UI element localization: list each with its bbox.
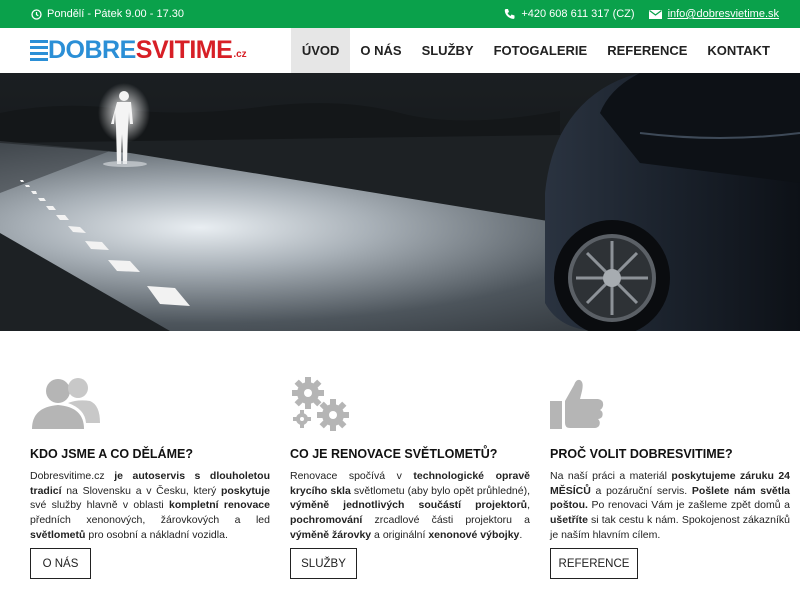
feature-text: Dobresvitime.cz je autoservis s dlouhole… — [30, 470, 270, 541]
hero-image — [0, 73, 800, 331]
main-nav: ÚVOD O NÁS SLUŽBY FOTOGALERIE REFERENCE … — [290, 28, 780, 73]
nav-reference[interactable]: REFERENCE — [597, 28, 697, 73]
logo-tld: .cz — [233, 49, 247, 60]
thumbs-up-icon — [550, 379, 604, 429]
email-link[interactable]: info@dobresvietime.sk — [668, 8, 779, 20]
nav-sluzby[interactable]: SLUŽBY — [412, 28, 484, 73]
car-silhouette — [545, 73, 800, 331]
gears-icon — [292, 377, 349, 431]
reference-button[interactable]: REFERENCE — [550, 548, 638, 579]
feature-title: KDO JSME A CO DĚLÁME? — [30, 447, 193, 461]
nav-kontakt[interactable]: KONTAKT — [697, 28, 780, 73]
contact-info: +420 608 611 317 (CZ) info@dobresvietime… — [504, 8, 779, 20]
nav-uvod[interactable]: ÚVOD — [290, 28, 351, 73]
phone-number[interactable]: +420 608 611 317 (CZ) — [521, 8, 634, 20]
opening-hours: Pondělí - Pátek 9.00 - 17.30 — [31, 8, 184, 20]
logo[interactable]: DOBRE SVITIME .cz — [30, 36, 247, 64]
users-icon — [32, 378, 100, 429]
site-header: DOBRE SVITIME .cz ÚVOD O NÁS SLUŽBY FOTO… — [0, 28, 800, 73]
top-bar: Pondělí - Pátek 9.00 - 17.30 +420 608 61… — [0, 0, 800, 28]
nav-fotogalerie[interactable]: FOTOGALERIE — [484, 28, 598, 73]
logo-text-dobre: DOBRE — [48, 36, 136, 64]
o-nas-button[interactable]: O NÁS — [30, 548, 91, 579]
sluzby-button[interactable]: SLUŽBY — [290, 548, 357, 579]
envelope-icon — [648, 9, 662, 19]
clock-icon — [31, 8, 42, 20]
logo-text-svitime: SVITIME — [135, 36, 233, 64]
feature-title: PROČ VOLIT DOBRESVITIME? — [550, 447, 733, 461]
features-section: KDO JSME A CO DĚLÁME? Dobresvitime.cz je… — [0, 331, 800, 600]
opening-hours-text: Pondělí - Pátek 9.00 - 17.30 — [47, 8, 184, 20]
feature-title: CO JE RENOVACE SVĚTLOMETŮ? — [290, 447, 498, 461]
nav-o-nas[interactable]: O NÁS — [350, 28, 411, 73]
feature-text: Renovace spočívá v technologické opravě … — [290, 470, 531, 541]
logo-bars — [30, 40, 48, 61]
feature-text: Na naší práci a materiál poskytujeme zár… — [550, 470, 790, 541]
phone-icon — [505, 9, 515, 19]
